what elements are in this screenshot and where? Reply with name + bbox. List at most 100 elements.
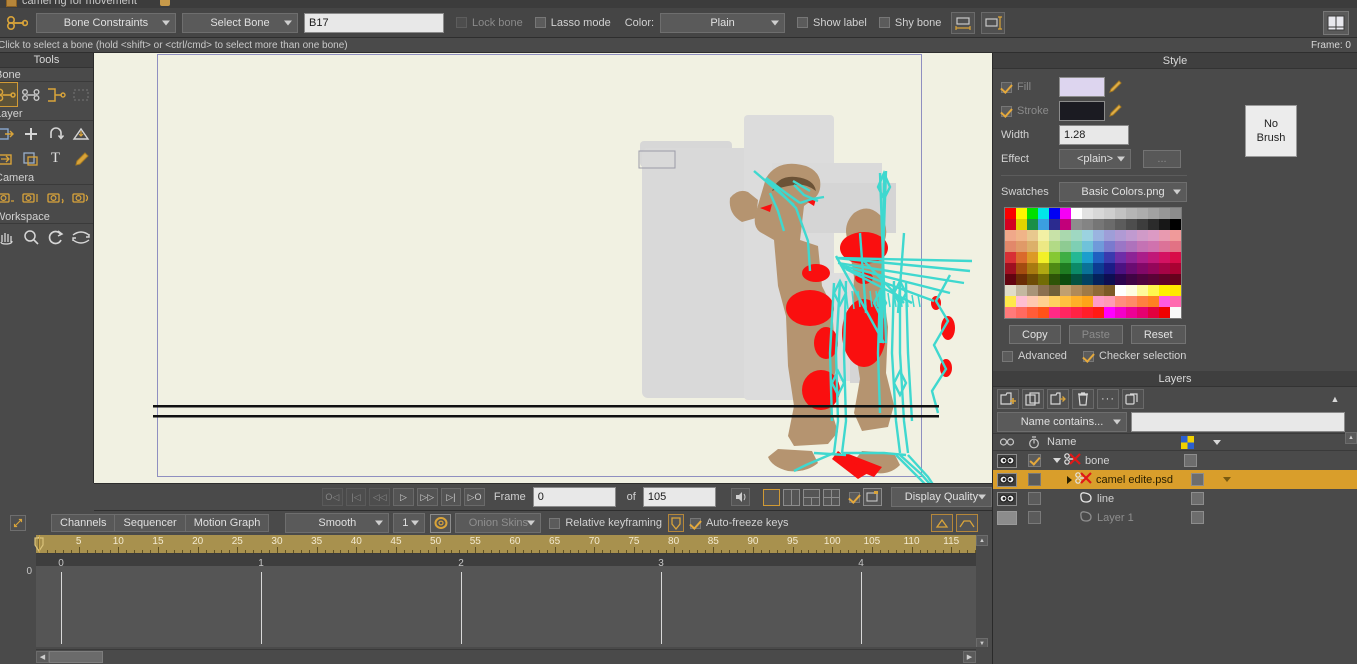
swatch-cell[interactable] [1027,252,1038,263]
tab-channels[interactable]: Channels [51,514,116,532]
layout-single-icon[interactable] [763,488,781,506]
layer-filter-input[interactable] [1131,412,1345,432]
more-options-icon[interactable]: ··· [1097,389,1119,409]
swatch-cell[interactable] [1126,241,1137,252]
swatch-cell[interactable] [1005,274,1016,285]
layer-name-cell[interactable]: Layer 1 [1047,510,1182,526]
paste-button[interactable]: Paste [1068,325,1123,344]
layout-three-icon[interactable] [803,488,821,506]
swatch-cell[interactable] [1137,274,1148,285]
swatch-cell[interactable] [1038,219,1049,230]
swatch-cell[interactable] [1159,307,1170,318]
swatch-cell[interactable] [1082,230,1093,241]
swatch-cell[interactable] [1049,296,1060,307]
swatch-cell[interactable] [1093,296,1104,307]
swatch-cell[interactable] [1137,296,1148,307]
trapezoid-icon[interactable] [956,514,978,532]
swatch-cell[interactable] [1137,219,1148,230]
translate-layer-icon[interactable] [0,121,18,146]
swatch-cell[interactable] [1016,263,1027,274]
swatch-cell[interactable] [1137,241,1148,252]
onion-skin-icon[interactable] [430,513,452,533]
swatch-cell[interactable] [1016,252,1027,263]
timeline-horizontal-scrollbar[interactable]: ◀ ▶ [36,649,976,663]
next-keyframe-button[interactable]: ▷| [440,488,462,506]
layout-quad-icon[interactable] [823,488,841,506]
swatch-cell[interactable] [1093,307,1104,318]
swatch-cell[interactable] [1038,274,1049,285]
swatch-cell[interactable] [1071,219,1082,230]
swatch-cell[interactable] [1082,219,1093,230]
swatch-cell[interactable] [1027,274,1038,285]
swatch-cell[interactable] [1170,285,1181,296]
swatch-cell[interactable] [1126,307,1137,318]
new-layer-icon[interactable] [997,389,1019,409]
swatch-cell[interactable] [1159,219,1170,230]
swatch-cell[interactable] [1115,241,1126,252]
swatch-cell[interactable] [1170,230,1181,241]
swatch-cell[interactable] [1104,274,1115,285]
swatch-cell[interactable] [1104,230,1115,241]
layer-visibility-toggle[interactable] [993,472,1021,487]
swatch-cell[interactable] [1071,307,1082,318]
swatch-cell[interactable] [1016,241,1027,252]
previous-keyframe-button[interactable]: |◁ [345,488,367,506]
roll-camera-icon[interactable] [43,185,68,210]
eyedropper-icon[interactable] [68,146,93,171]
swatch-cell[interactable] [1104,252,1115,263]
layers-list[interactable]: bone camel edite.psd line Layer 1 [993,451,1357,527]
swatch-cell[interactable] [1115,285,1126,296]
swatch-cell[interactable] [1016,285,1027,296]
layer-animation-toggle[interactable] [1021,511,1047,524]
chevron-up-icon[interactable]: ▲ [1325,394,1345,404]
swatch-cell[interactable] [1071,285,1082,296]
swatch-cell[interactable] [1093,263,1104,274]
rotate-layer-icon[interactable] [43,121,68,146]
swatch-cell[interactable] [1071,274,1082,285]
swatch-cell[interactable] [1093,252,1104,263]
frame-input[interactable]: 0 [532,487,616,507]
swatch-cell[interactable] [1071,208,1082,219]
swatch-cell[interactable] [1060,230,1071,241]
advanced-checkbox[interactable]: Advanced [1002,350,1067,362]
show-label-checkbox[interactable]: Show label [797,17,867,29]
swatch-cell[interactable] [1082,241,1093,252]
swatch-cell[interactable] [1093,274,1104,285]
swatch-cell[interactable] [1038,263,1049,274]
layer-row-menu[interactable] [1212,477,1242,482]
swatch-cell[interactable] [1060,285,1071,296]
swatch-cell[interactable] [1016,274,1027,285]
swatch-cell[interactable] [1027,307,1038,318]
swatch-cell[interactable] [1148,274,1159,285]
crop-icon[interactable] [863,488,882,506]
text-tool-icon[interactable]: T [43,146,68,171]
swatch-cell[interactable] [1071,230,1082,241]
swatch-cell[interactable] [1016,296,1027,307]
tab-sequencer[interactable]: Sequencer [114,514,186,532]
layer-name-cell[interactable]: camel edite.psd [1047,471,1182,488]
swatch-cell[interactable] [1071,296,1082,307]
col-sort-chevron-down-icon[interactable] [1202,439,1232,445]
bone-constraints-dropdown[interactable]: Bone Constraints [36,12,176,33]
swatch-cell[interactable] [1016,230,1027,241]
swatch-cell[interactable] [1170,296,1181,307]
triangle-up-icon[interactable] [931,514,953,532]
swatch-cell[interactable] [1005,263,1016,274]
swatch-cell[interactable] [1115,307,1126,318]
swatch-cell[interactable] [1038,241,1049,252]
swatch-cell[interactable] [1049,307,1060,318]
play-button[interactable]: ▷ [393,488,414,506]
swatch-cell[interactable] [1126,219,1137,230]
swatch-cell[interactable] [1159,274,1170,285]
copy-button[interactable]: Copy [1009,325,1061,344]
swatch-cell[interactable] [1027,230,1038,241]
bone-height-icon[interactable] [981,11,1006,34]
swatch-cell[interactable] [1060,296,1071,307]
swatch-cell[interactable] [1005,241,1016,252]
layer-animation-toggle[interactable] [1021,492,1047,505]
swatch-cell[interactable] [1049,274,1060,285]
swatch-cell[interactable] [1126,252,1137,263]
swatch-cell[interactable] [1159,296,1170,307]
swatch-cell[interactable] [1027,263,1038,274]
swatch-cell[interactable] [1005,307,1016,318]
